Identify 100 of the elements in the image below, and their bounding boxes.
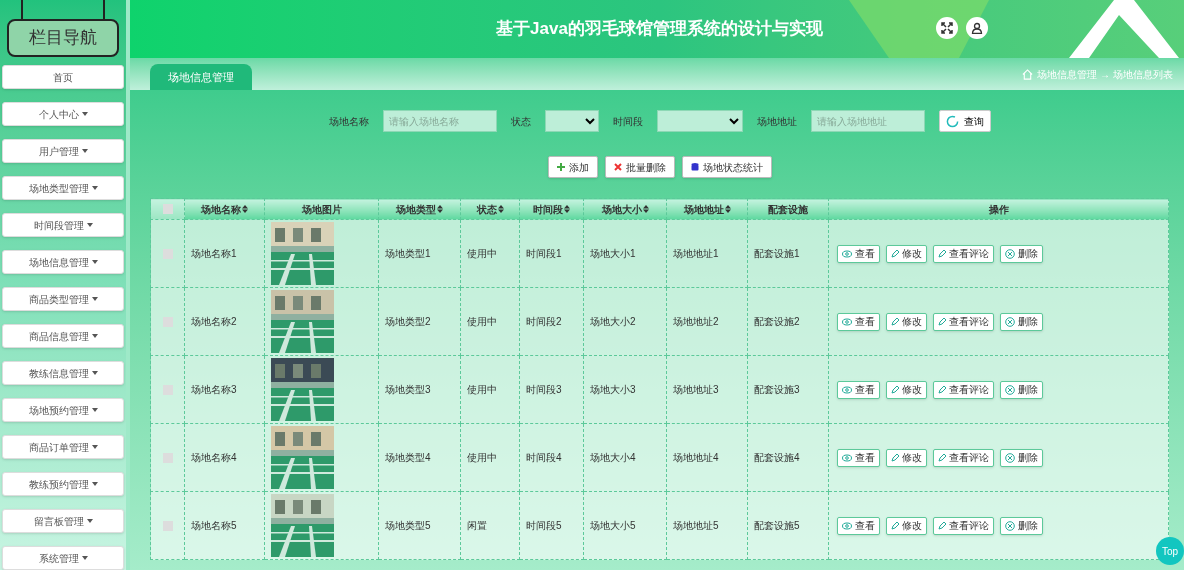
column-header[interactable]: 场地大小 [583,198,667,220]
action-button[interactable]: 查看 [837,516,880,535]
table-cell: 使用中 [467,248,497,259]
table-cell: 配套设施1 [754,248,800,259]
select-field[interactable] [656,110,743,132]
sidebar-item[interactable]: 用户管理 [2,139,124,163]
action-button[interactable]: 删除 [1000,448,1043,467]
checkbox[interactable] [162,248,173,259]
checkbox[interactable] [162,520,173,531]
action-button[interactable]: 删除 [1000,516,1043,535]
pencil-icon [938,521,946,530]
field-label: 时间段 [612,114,643,129]
action-button[interactable]: 修改 [886,448,927,467]
search-icon [945,114,959,128]
input-field[interactable]: 请输入场地地址 [810,110,925,132]
table-cell: 场地名称2 [191,316,237,327]
toolbar-button[interactable]: 场地状态统计 [681,156,772,178]
action-button[interactable]: 修改 [886,312,927,331]
user-icon[interactable] [966,17,988,39]
sidebar-item[interactable]: 场地预约管理 [2,398,124,422]
action-button[interactable]: 查看评论 [933,380,994,399]
plus-icon [556,163,565,171]
pencil-icon [938,453,946,462]
column-header[interactable]: 时间段 [519,198,584,220]
action-button[interactable]: 查看评论 [933,448,994,467]
field-label: 场地地址 [756,114,797,129]
sidebar-item[interactable]: 首页 [2,65,124,89]
sidebar-item[interactable]: 系统管理 [2,546,124,570]
action-button[interactable]: 查看评论 [933,244,994,263]
action-button[interactable]: 查看 [837,448,880,467]
sidebar-item[interactable]: 个人中心 [2,102,124,126]
table-cell: 场地大小4 [590,452,636,463]
table-cell: 时间段1 [526,248,562,259]
action-button[interactable]: 修改 [886,380,927,399]
table-cell: 场地地址2 [673,316,719,327]
table-cell: 场地类型2 [385,316,431,327]
pencil-icon [891,521,899,530]
close-icon [1005,520,1015,531]
sidebar-item[interactable]: 商品信息管理 [2,324,124,348]
table-cell: 时间段2 [526,316,562,327]
toolbar-button[interactable]: 添加 [547,156,598,178]
home-icon[interactable] [1022,68,1033,80]
action-button[interactable]: 查看评论 [933,312,994,331]
input-field[interactable]: 请输入场地名称 [382,110,497,132]
checkbox[interactable] [162,452,173,463]
eye-icon [842,317,852,326]
cross-icon [613,163,622,171]
action-button[interactable]: 查看 [837,380,880,399]
table-cell: 配套设施5 [754,520,800,531]
sidebar-item[interactable]: 教练预约管理 [2,472,124,496]
table-cell: 配套设施2 [754,316,800,327]
action-button[interactable]: 删除 [1000,380,1043,399]
sidebar-item[interactable]: 时间段管理 [2,213,124,237]
column-header: 操作 [828,198,1169,220]
pencil-icon [938,249,946,258]
table-cell: 场地地址3 [673,384,719,395]
column-header: 配套设施 [747,198,829,220]
checkbox[interactable] [162,204,173,214]
pencil-icon [891,249,899,258]
column-header[interactable]: 场地地址 [666,198,748,220]
close-icon [1005,248,1015,259]
action-button[interactable]: 删除 [1000,312,1043,331]
table-cell: 场地大小1 [590,248,636,259]
table-cell: 场地地址5 [673,520,719,531]
sidebar-item[interactable]: 商品类型管理 [2,287,124,311]
column-header: 场地图片 [264,198,379,220]
sidebar-item[interactable]: 教练信息管理 [2,361,124,385]
table-cell: 使用中 [467,384,497,395]
sidebar-item[interactable]: 场地类型管理 [2,176,124,200]
sidebar-item[interactable]: 场地信息管理 [2,250,124,274]
table-cell: 场地地址4 [673,452,719,463]
table-cell: 闲置 [467,520,487,531]
eye-icon [842,453,852,462]
action-button[interactable]: 查看评论 [933,516,994,535]
pencil-icon [891,317,899,326]
select-field[interactable] [544,110,599,132]
action-button[interactable]: 修改 [886,516,927,535]
table-cell: 场地类型3 [385,384,431,395]
search-button[interactable]: 查询 [938,110,991,132]
table-cell: 配套设施4 [754,452,800,463]
sidebar-item[interactable]: 留言板管理 [2,509,124,533]
action-button[interactable]: 查看 [837,312,880,331]
table-cell: 场地名称4 [191,452,237,463]
table-cell: 场地类型1 [385,248,431,259]
table-cell: 使用中 [467,452,497,463]
sidebar-item[interactable]: 商品订单管理 [2,435,124,459]
toolbar-button[interactable]: 批量删除 [604,156,675,178]
table-cell: 场地大小5 [590,520,636,531]
column-header[interactable]: 状态 [460,198,520,220]
pencil-icon [891,385,899,394]
table-cell: 场地类型4 [385,452,431,463]
column-header[interactable]: 场地名称 [184,198,265,220]
action-button[interactable]: 删除 [1000,244,1043,263]
breadcrumb-separator: → [1100,67,1110,82]
action-button[interactable]: 查看 [837,244,880,263]
column-header[interactable]: 场地类型 [378,198,461,220]
action-button[interactable]: 修改 [886,244,927,263]
table-cell: 场地名称5 [191,520,237,531]
table-cell: 场地类型5 [385,520,431,531]
eye-icon [842,521,852,530]
